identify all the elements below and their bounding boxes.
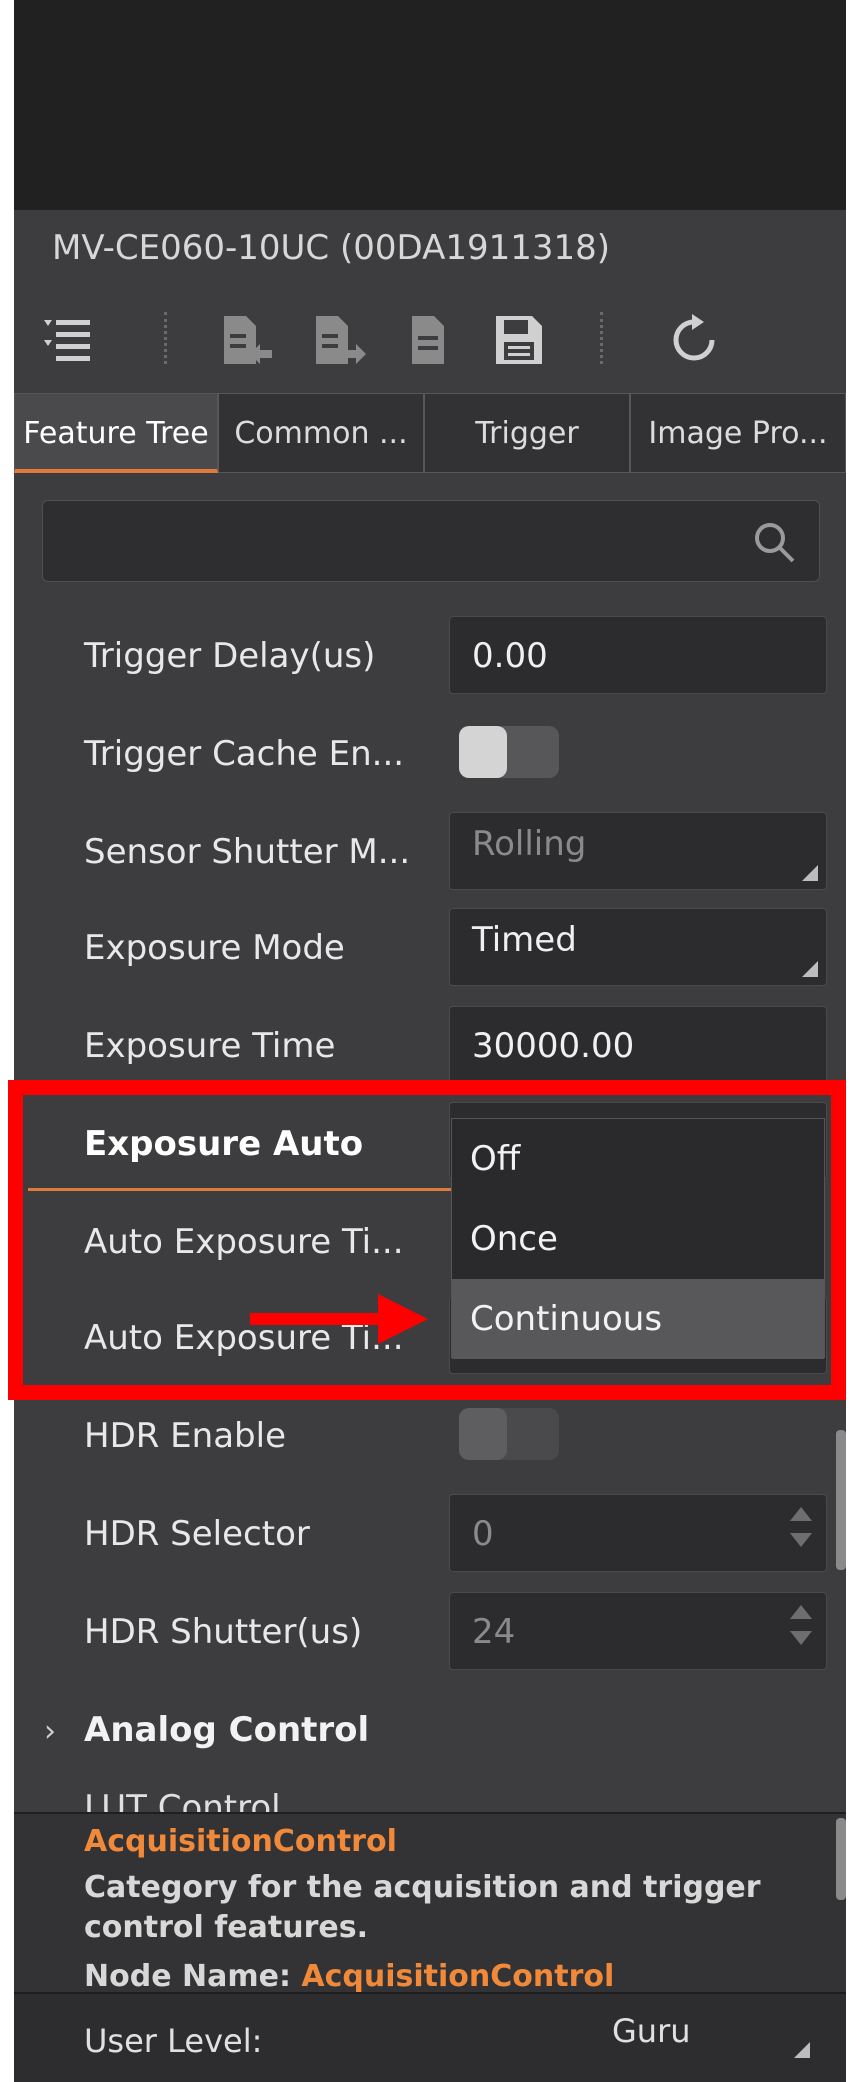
feature-list: Trigger Delay(us) 0.00 Trigger Cache En.… — [14, 0, 846, 1828]
dropdown-corner-icon — [802, 961, 818, 977]
spinner-arrows-icon[interactable] — [790, 1605, 812, 1659]
description-scrollbar[interactable] — [836, 1818, 846, 1900]
node-name-value: AcquisitionControl — [301, 1959, 615, 1994]
hdr-enable-toggle[interactable] — [459, 1408, 559, 1460]
exposure-mode-select[interactable]: Timed — [449, 908, 827, 986]
exposure-time-field[interactable]: 30000.00 — [449, 1006, 827, 1084]
chevron-right-icon[interactable]: › — [44, 1714, 56, 1749]
hdr-enable-label: HDR Enable — [84, 1416, 286, 1456]
sensor-shutter-value: Rolling — [472, 824, 587, 864]
exposure-mode-value: Timed — [472, 920, 577, 960]
hdr-selector-value: 0 — [472, 1514, 494, 1554]
dropdown-corner-icon — [802, 865, 818, 881]
hdr-shutter-field[interactable]: 24 — [449, 1592, 827, 1670]
trigger-cache-toggle[interactable] — [459, 726, 559, 778]
user-level-label: User Level: — [84, 2022, 263, 2060]
description-body: Category for the acquisition and trigger… — [84, 1870, 761, 1945]
toggle-knob — [459, 1408, 507, 1460]
hdr-shutter-value: 24 — [472, 1612, 516, 1652]
toggle-knob — [459, 726, 507, 778]
user-level-bar: User Level: Guru — [14, 1992, 846, 2082]
trigger-cache-label: Trigger Cache En... — [84, 734, 405, 774]
dropdown-corner-icon[interactable] — [794, 2042, 810, 2058]
user-level-select[interactable]: Guru — [612, 2012, 691, 2050]
node-name-label: Node Name: — [84, 1959, 291, 1994]
sensor-shutter-select[interactable]: Rolling — [449, 812, 827, 890]
feature-panel: MV-CE060-10UC (00DA1911318) Feature Tree… — [14, 0, 846, 2080]
exposure-time-label: Exposure Time — [84, 1026, 336, 1066]
exposure-mode-label: Exposure Mode — [84, 928, 345, 968]
description-title: AcquisitionControl — [84, 1824, 397, 1859]
node-name-line: Node Name: AcquisitionControl — [84, 1959, 614, 1994]
hdr-shutter-label: HDR Shutter(us) — [84, 1612, 363, 1652]
sensor-shutter-label: Sensor Shutter M... — [84, 832, 411, 872]
feature-list-scrollbar[interactable] — [836, 1430, 846, 1570]
highlight-box — [8, 1080, 846, 1400]
trigger-delay-field[interactable]: 0.00 — [449, 616, 827, 694]
description-panel: AcquisitionControl Category for the acqu… — [14, 1812, 846, 1994]
trigger-delay-label: Trigger Delay(us) — [84, 636, 376, 676]
spinner-arrows-icon[interactable] — [790, 1507, 812, 1561]
hdr-selector-label: HDR Selector — [84, 1514, 310, 1554]
annotation-arrow-icon — [250, 1294, 430, 1344]
analog-control-category[interactable]: Analog Control — [84, 1710, 369, 1750]
hdr-selector-field[interactable]: 0 — [449, 1494, 827, 1572]
